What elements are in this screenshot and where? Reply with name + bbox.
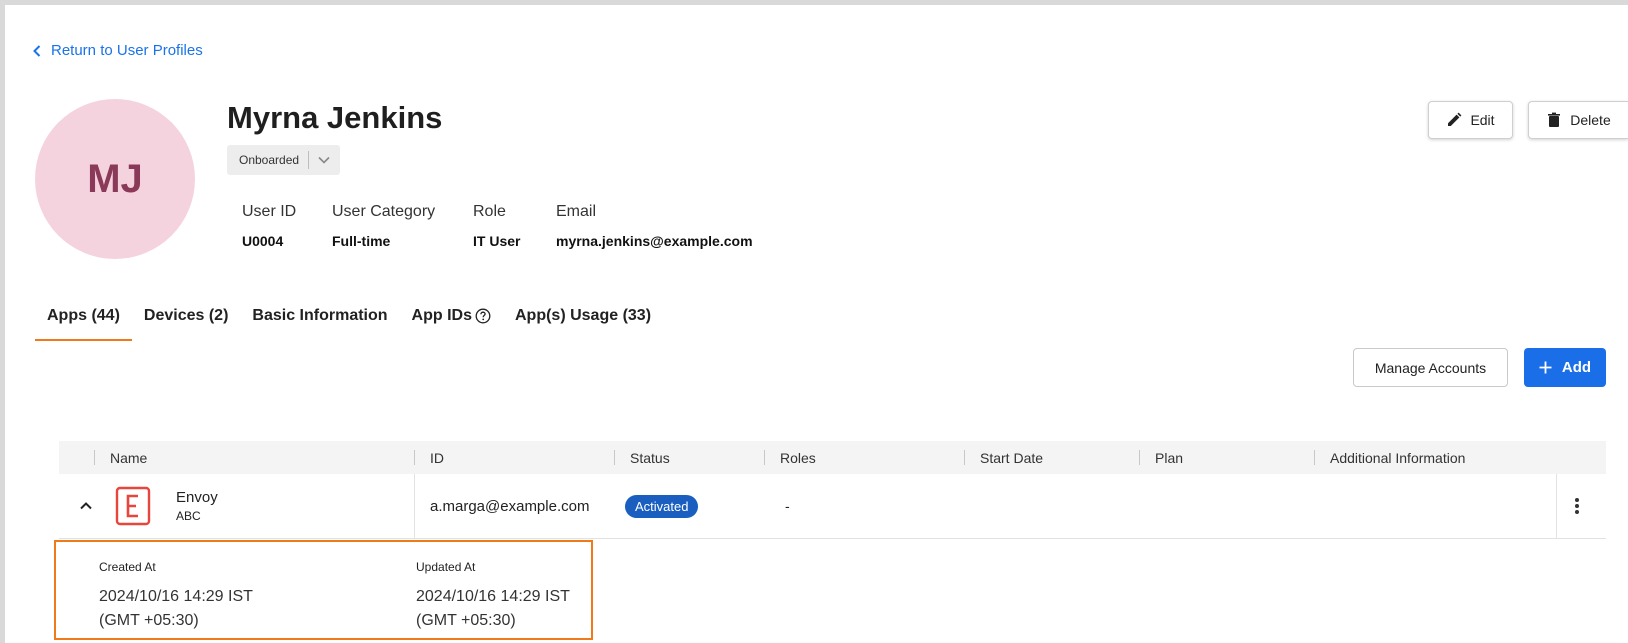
app-name-cell: Envoy ABC	[176, 474, 218, 538]
delete-button[interactable]: Delete	[1528, 101, 1628, 139]
manage-accounts-label: Manage Accounts	[1374, 359, 1487, 376]
avatar-initials: MJ	[87, 156, 143, 201]
tab-bar: Apps (44) Devices (2) Basic Information …	[35, 295, 663, 341]
column-divider[interactable]	[1314, 450, 1315, 465]
column-header-additional-information[interactable]: Additional Information	[1330, 441, 1465, 474]
meta-label: User ID	[242, 203, 297, 220]
app-name: Envoy	[176, 489, 218, 506]
column-divider	[414, 474, 415, 539]
meta-label: User Category	[332, 203, 436, 220]
table-row[interactable]: Envoy ABC a.marga@example.com Activated …	[59, 474, 1606, 539]
tab-label: Devices (2)	[143, 307, 229, 324]
chevron-left-icon	[33, 44, 41, 57]
column-header-status[interactable]: Status	[630, 441, 670, 474]
tab-app-usage[interactable]: App(s) Usage (33)	[503, 295, 663, 341]
meta-user-id: User ID U0004	[242, 203, 296, 249]
app-subtitle: ABC	[176, 509, 201, 523]
chevron-up-icon[interactable]	[79, 474, 93, 538]
trash-icon	[1548, 112, 1561, 127]
status-dropdown-value: Onboarded	[239, 153, 300, 167]
user-name: Myrna Jenkins	[227, 100, 443, 135]
add-button[interactable]: Add	[1524, 348, 1606, 387]
status-dropdown[interactable]: Onboarded	[227, 145, 340, 175]
tab-basic-information[interactable]: Basic Information	[240, 295, 399, 341]
column-divider[interactable]	[764, 450, 765, 465]
meta-value: myrna.jenkins@example.com	[556, 233, 753, 249]
column-header-id[interactable]: ID	[430, 441, 444, 474]
status-badge: Activated	[625, 494, 699, 518]
updated-at-value: 2024/10/16 14:29 IST (GMT +05:30)	[416, 588, 570, 629]
meta-value: Full-time	[332, 233, 391, 249]
pencil-icon	[1448, 112, 1462, 126]
back-link-label: Return to User Profiles	[51, 42, 203, 59]
more-vertical-icon[interactable]	[1574, 474, 1580, 538]
meta-label: Role	[473, 203, 506, 220]
meta-user-category: User Category Full-time	[332, 203, 435, 249]
created-at-label: Created At	[99, 560, 156, 574]
column-divider[interactable]	[414, 450, 415, 465]
column-divider	[94, 450, 95, 465]
created-at-value: 2024/10/16 14:29 IST (GMT +05:30)	[99, 588, 253, 629]
meta-value: IT User	[473, 233, 521, 249]
edit-button[interactable]: Edit	[1428, 101, 1513, 139]
help-circle-icon[interactable]	[475, 308, 491, 324]
plus-icon	[1539, 361, 1552, 374]
tab-label: App(s) Usage (33)	[515, 307, 652, 324]
chevron-down-icon[interactable]	[309, 155, 339, 165]
column-divider[interactable]	[964, 450, 965, 465]
meta-email: Email myrna.jenkins@example.com	[556, 203, 753, 249]
meta-value: U0004	[242, 233, 284, 249]
tab-devices[interactable]: Devices (2)	[132, 295, 241, 341]
created-at-field: Created At 2024/10/16 14:29 IST (GMT +05…	[99, 560, 279, 633]
column-divider[interactable]	[1139, 450, 1140, 465]
tab-label: Basic Information	[252, 307, 388, 324]
updated-at-field: Updated At 2024/10/16 14:29 IST (GMT +05…	[416, 560, 596, 633]
table-header: Name ID Status Roles Start Date Plan Add…	[59, 441, 1606, 474]
delete-button-label: Delete	[1570, 112, 1611, 128]
manage-accounts-button[interactable]: Manage Accounts	[1353, 348, 1508, 387]
column-header-start-date[interactable]: Start Date	[980, 441, 1043, 474]
tab-apps[interactable]: Apps (44)	[35, 295, 132, 341]
status-badge-cell: Activated	[625, 474, 699, 538]
edit-button-label: Edit	[1470, 112, 1495, 128]
avatar: MJ	[35, 99, 195, 259]
meta-label: Email	[556, 203, 597, 220]
column-header-name[interactable]: Name	[110, 441, 147, 474]
account-id: a.marga@example.com	[430, 497, 590, 515]
roles-value: -	[785, 498, 790, 514]
back-link[interactable]: Return to User Profiles	[31, 42, 203, 59]
add-button-label: Add	[1561, 359, 1592, 376]
tab-app-ids[interactable]: App IDs	[400, 295, 503, 341]
column-header-roles[interactable]: Roles	[780, 441, 816, 474]
column-divider	[1556, 474, 1557, 539]
tab-label: Apps (44)	[47, 307, 120, 324]
column-divider[interactable]	[614, 450, 615, 465]
envoy-logo-icon	[115, 474, 151, 538]
row-detail-panel: Created At 2024/10/16 14:29 IST (GMT +05…	[54, 540, 593, 640]
meta-role: Role IT User	[473, 203, 520, 249]
updated-at-label: Updated At	[416, 560, 476, 574]
column-header-plan[interactable]: Plan	[1155, 441, 1183, 474]
tab-label: App IDs	[411, 307, 472, 324]
